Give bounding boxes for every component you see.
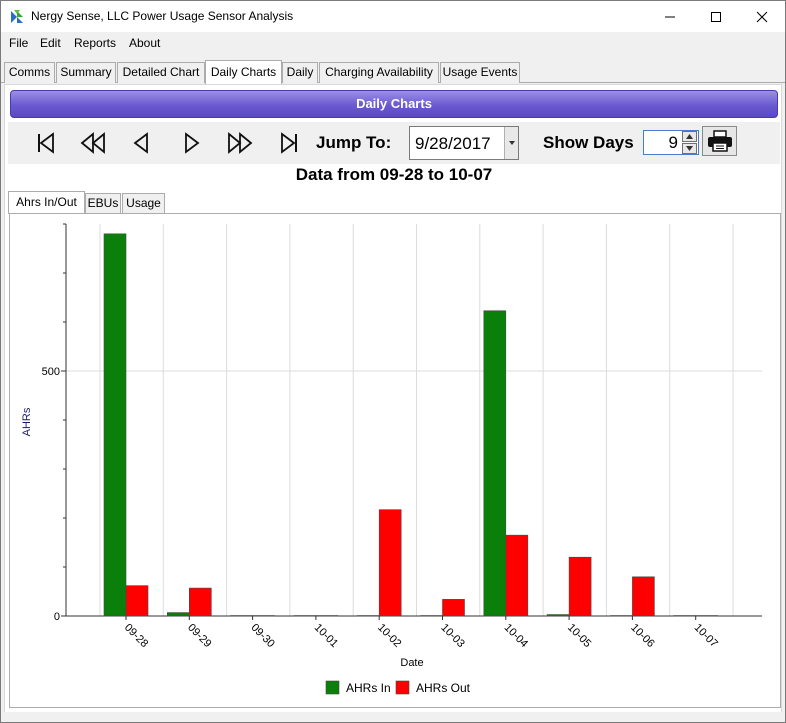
jump-date-picker[interactable]: 9/28/2017 bbox=[409, 126, 519, 160]
bar-ahrs-in bbox=[356, 615, 380, 617]
y-axis-title: AHRs bbox=[21, 407, 33, 436]
tab-ahrs-in-out[interactable]: Ahrs In/Out bbox=[8, 191, 85, 214]
minimize-icon bbox=[665, 16, 675, 17]
jump-date-value: 9/28/2017 bbox=[415, 134, 491, 153]
bar-ahrs-out bbox=[695, 615, 719, 617]
tab-summary[interactable]: Summary bbox=[56, 62, 116, 83]
window-title: Nergy Sense, LLC Power Usage Sensor Anal… bbox=[31, 9, 294, 23]
bar-ahrs-out bbox=[378, 509, 402, 617]
x-tick-label: 09-30 bbox=[248, 622, 276, 650]
last-icon bbox=[281, 132, 297, 154]
bar-ahrs-in bbox=[293, 615, 317, 617]
legend-label: AHRs Out bbox=[416, 681, 471, 695]
navigation-toolbar: Jump To: 9/28/2017 Show Days 9 bbox=[8, 122, 780, 164]
tab-usage-events[interactable]: Usage Events bbox=[440, 62, 520, 83]
ahrs-bar-chart: 0 500 09-28 09-29 09-30 10-01 10-02 10-03 10-04 1… bbox=[21, 223, 762, 695]
app-window: Nergy Sense, LLC Power Usage Sensor Anal… bbox=[0, 0, 786, 723]
next-button[interactable] bbox=[175, 127, 207, 159]
x-tick-label: 10-01 bbox=[312, 622, 340, 650]
menu-about[interactable]: About bbox=[129, 36, 160, 50]
x-tick-label: 09-29 bbox=[185, 622, 213, 650]
fast-forward-button[interactable] bbox=[224, 127, 256, 159]
bar-ahrs-in bbox=[673, 615, 697, 617]
bar-ahrs-in bbox=[420, 615, 443, 617]
menu-edit[interactable]: Edit bbox=[40, 36, 61, 50]
bar-ahrs-out bbox=[505, 534, 529, 617]
rewind-button[interactable] bbox=[77, 127, 109, 159]
menu-file[interactable]: File bbox=[9, 36, 28, 50]
show-days-input[interactable]: 9 bbox=[643, 130, 699, 155]
tab-daily-charts[interactable]: Daily Charts bbox=[205, 60, 282, 84]
jump-to-label: Jump To: bbox=[316, 133, 392, 152]
tab-comms[interactable]: Comms bbox=[4, 62, 55, 83]
chevron-down-icon bbox=[508, 141, 515, 145]
close-icon bbox=[756, 11, 768, 22]
tab-daily[interactable]: Daily bbox=[282, 62, 318, 83]
maximize-icon bbox=[711, 11, 721, 22]
bar-ahrs-in bbox=[546, 614, 570, 617]
x-tick-label: 10-04 bbox=[502, 622, 530, 650]
x-tick-label: 10-06 bbox=[628, 622, 656, 650]
y-tick-label: 500 bbox=[42, 366, 60, 378]
bar-ahrs-out bbox=[568, 556, 592, 617]
app-logo-icon bbox=[11, 10, 23, 23]
menu-bar: File Edit Reports About bbox=[1, 32, 785, 54]
x-axis-title: Date bbox=[400, 657, 423, 669]
tab-charging-availability[interactable]: Charging Availability bbox=[319, 62, 439, 83]
tab-usage[interactable]: Usage bbox=[122, 193, 165, 213]
chart-area: 0 500 09-28 09-29 09-30 10-01 10-02 10-03 10-04 1… bbox=[9, 213, 781, 708]
printer-icon bbox=[707, 130, 732, 152]
show-days-value: 9 bbox=[668, 133, 678, 152]
bar-ahrs-out bbox=[252, 615, 275, 617]
fast-forward-icon bbox=[228, 132, 253, 154]
x-tick-label: 10-03 bbox=[438, 622, 466, 650]
first-icon bbox=[38, 132, 54, 154]
x-tick-label: 10-02 bbox=[375, 622, 403, 650]
close-button[interactable] bbox=[739, 1, 785, 32]
menu-reports[interactable]: Reports bbox=[74, 36, 116, 50]
show-days-label: Show Days bbox=[543, 133, 634, 152]
date-range-title: Data from 09-28 to 10-07 bbox=[295, 165, 493, 184]
bar-ahrs-out bbox=[125, 585, 149, 617]
title-bar[interactable]: Nergy Sense, LLC Power Usage Sensor Anal… bbox=[1, 1, 785, 32]
x-tick-label: 10-05 bbox=[565, 622, 593, 650]
date-dropdown-button[interactable] bbox=[504, 127, 518, 159]
y-tick-label: 0 bbox=[54, 611, 60, 623]
panel-header: Daily Charts bbox=[10, 90, 778, 118]
legend-label: AHRs In bbox=[346, 681, 391, 695]
bar-ahrs-out bbox=[315, 615, 339, 617]
previous-icon bbox=[133, 132, 148, 154]
days-increment-button[interactable] bbox=[682, 131, 697, 142]
minimize-button[interactable] bbox=[647, 1, 693, 32]
main-tabs: Comms Summary Detailed Chart Daily Chart… bbox=[1, 60, 785, 84]
tab-ebus[interactable]: EBUs bbox=[85, 193, 121, 213]
days-decrement-button[interactable] bbox=[682, 143, 697, 154]
bar-ahrs-out bbox=[442, 599, 465, 617]
bar-ahrs-in bbox=[230, 615, 253, 617]
chevron-up-icon bbox=[686, 134, 693, 139]
next-icon bbox=[185, 132, 200, 154]
maximize-button[interactable] bbox=[693, 1, 739, 32]
daily-charts-panel: Daily Charts Jump To: 9/28/2017 Show Day… bbox=[4, 84, 782, 718]
bar-ahrs-in bbox=[610, 615, 633, 617]
last-button[interactable] bbox=[273, 127, 305, 159]
print-button[interactable] bbox=[702, 126, 737, 156]
chevron-down-icon bbox=[686, 146, 693, 151]
bar-ahrs-in bbox=[167, 612, 190, 617]
legend-swatch bbox=[325, 680, 340, 695]
legend-swatch bbox=[395, 680, 410, 695]
bar-ahrs-out bbox=[632, 576, 655, 617]
bar-ahrs-in bbox=[483, 310, 507, 617]
bar-ahrs-in bbox=[103, 233, 127, 617]
tab-detailed-chart[interactable]: Detailed Chart bbox=[117, 62, 205, 83]
bar-ahrs-out bbox=[189, 587, 212, 617]
status-bar bbox=[1, 712, 785, 722]
x-tick-label: 09-28 bbox=[122, 622, 150, 650]
rewind-icon bbox=[80, 132, 105, 154]
x-tick-label: 10-07 bbox=[692, 622, 720, 650]
previous-button[interactable] bbox=[126, 127, 158, 159]
first-button[interactable] bbox=[30, 127, 62, 159]
